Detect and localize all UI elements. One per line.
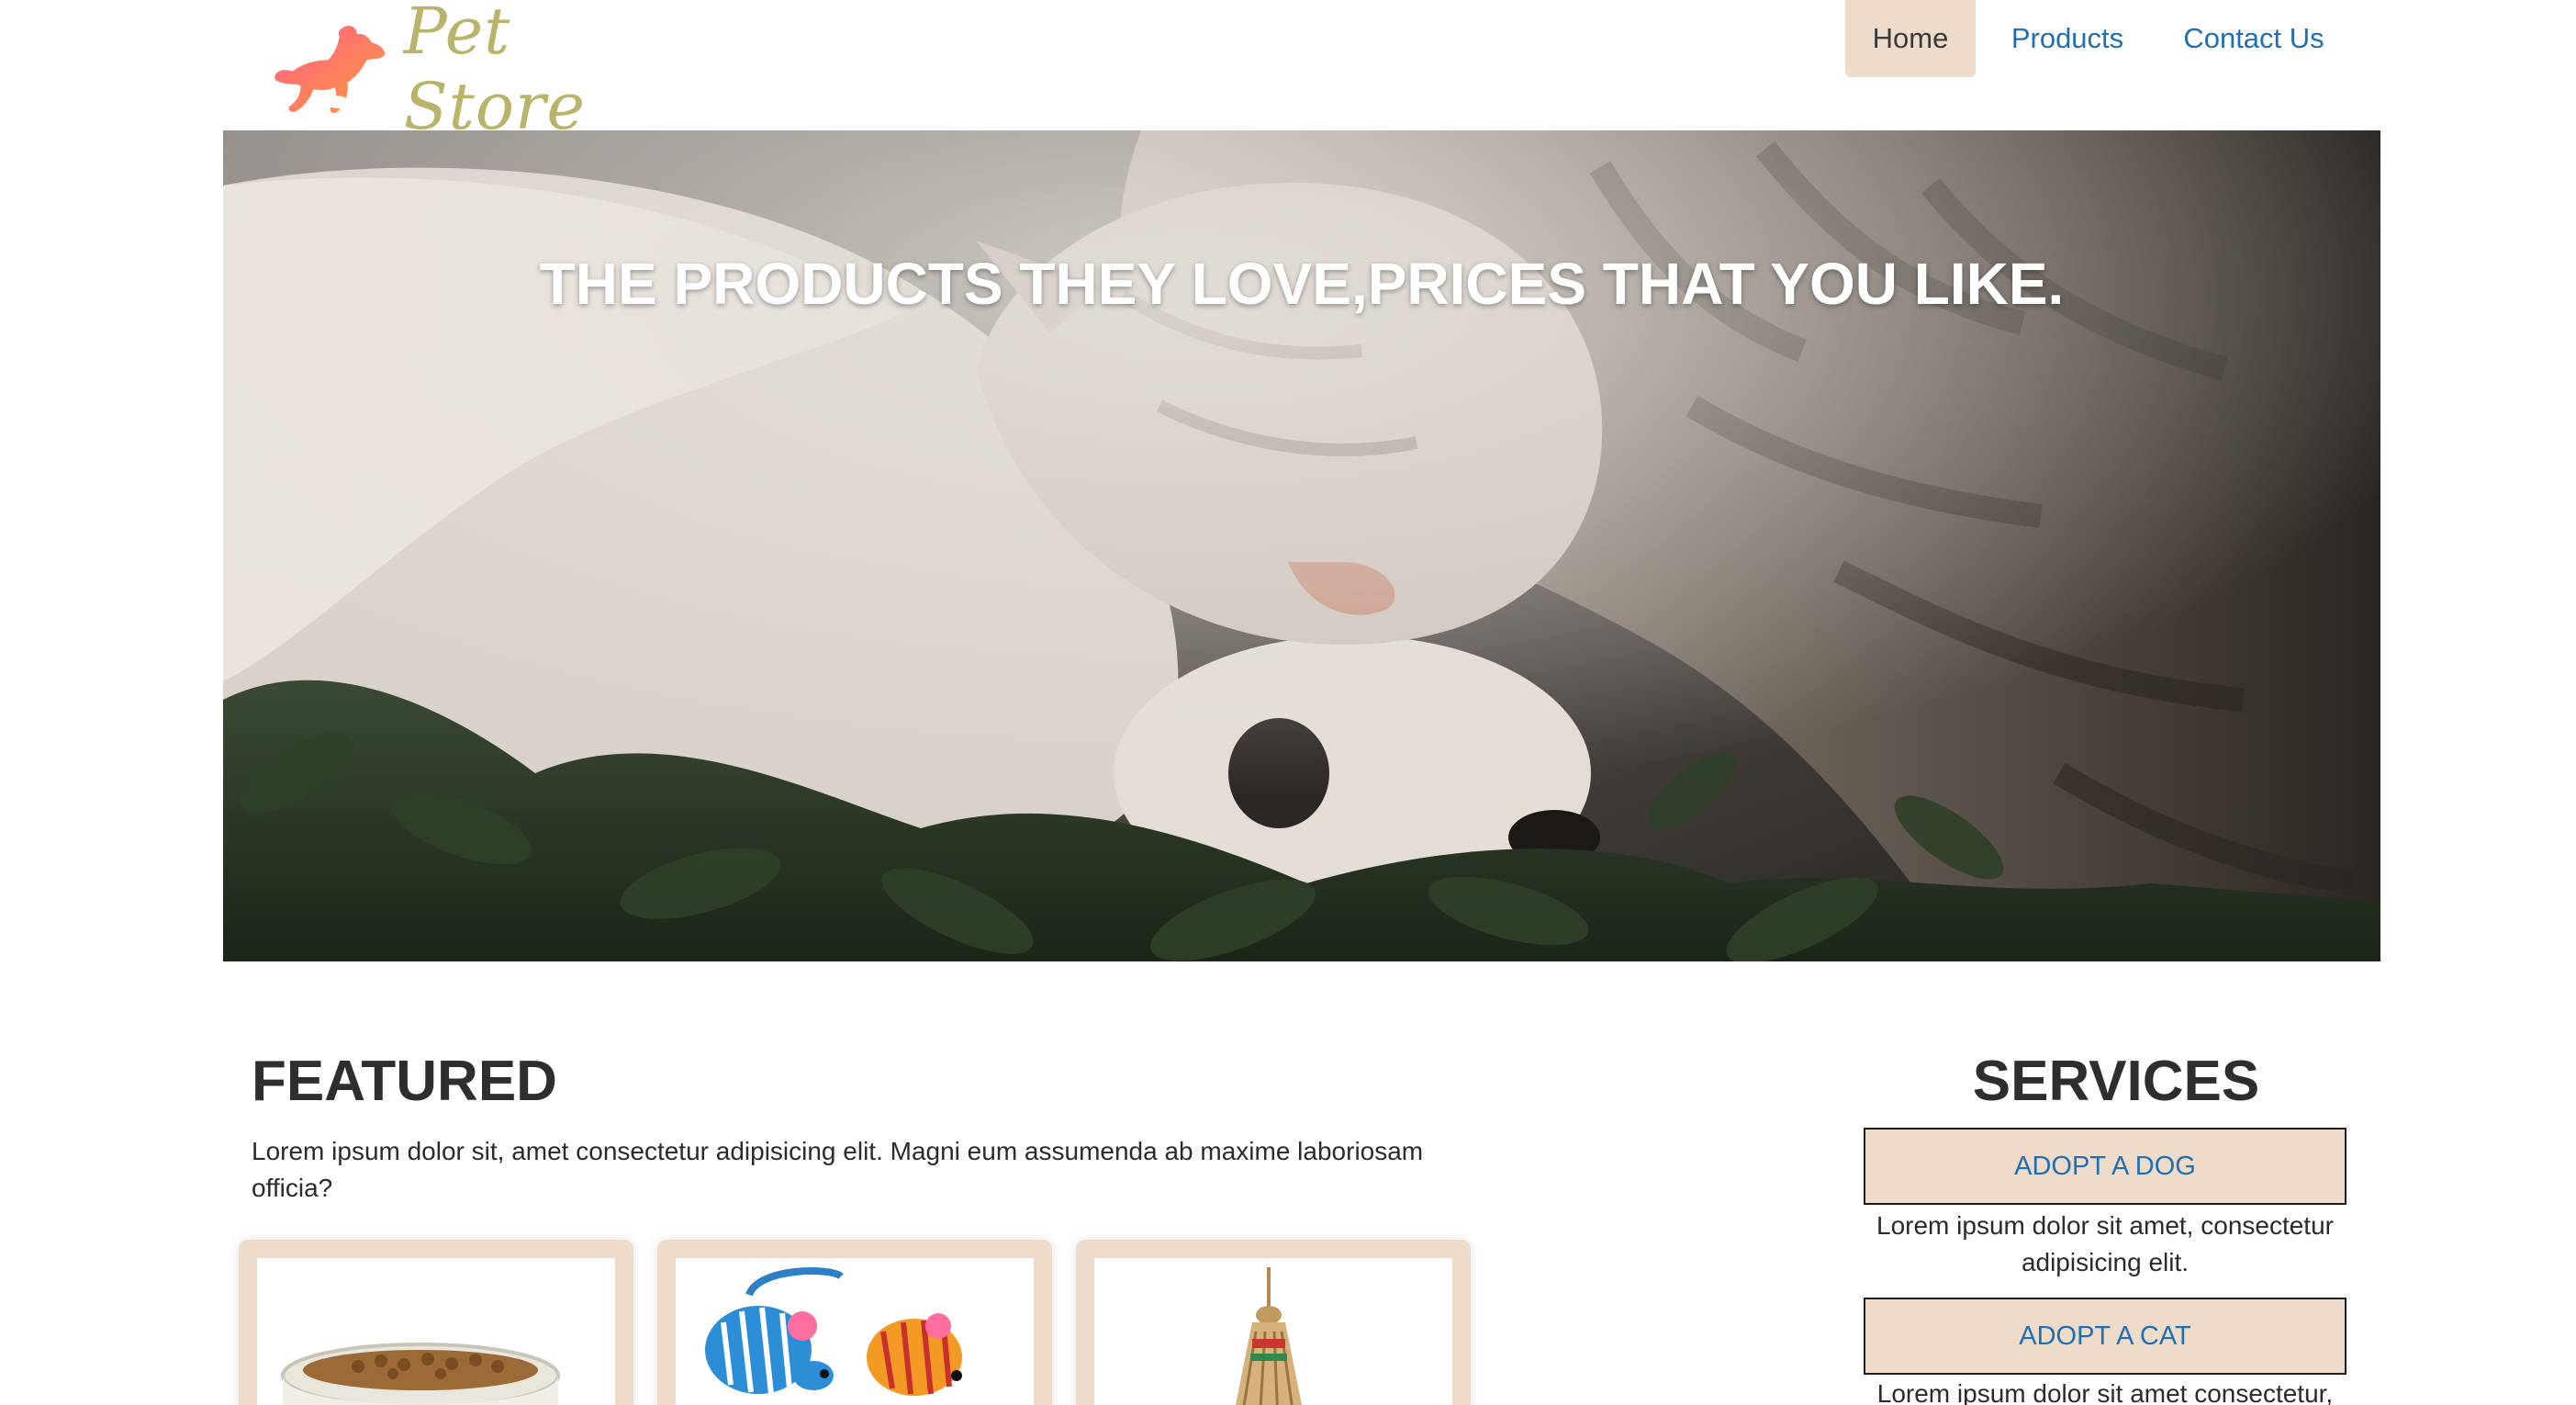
featured-description: Lorem ipsum dolor sit, amet consectetur … (252, 1137, 1424, 1202)
product-card[interactable] (239, 1240, 633, 1405)
product-card[interactable] (657, 1240, 1052, 1405)
nav-products[interactable]: Products (1981, 0, 2154, 77)
product-card[interactable] (1076, 1240, 1471, 1405)
product-card-image (257, 1258, 615, 1405)
brand-logo[interactable]: Pet Store (272, 0, 676, 144)
hero-banner: THE PRODUCTS THEY LOVE,PRICES THAT YOU L… (223, 130, 2380, 961)
brand-name: Pet Store (403, 0, 586, 144)
running-dog-logo-icon (274, 26, 385, 113)
adopt-cat-button[interactable]: ADOPT A CAT (1864, 1298, 2346, 1375)
main-nav: Home Products Contact Us (1845, 0, 2354, 77)
adopt-cat-description: Lorem ipsum dolor sit amet consectetur, (1876, 1379, 2334, 1405)
toy-mice-icon (705, 1267, 962, 1396)
services-heading: SERVICES (1972, 1050, 2260, 1113)
nav-home[interactable]: Home (1845, 0, 1976, 77)
nav-contact-us[interactable]: Contact Us (2154, 0, 2354, 77)
food-bowl-icon (281, 1343, 560, 1405)
rope-toy-icon (1236, 1267, 1302, 1405)
product-card-image (676, 1258, 1034, 1405)
featured-heading: FEATURED (252, 1050, 557, 1113)
hero-tagline: THE PRODUCTS THEY LOVE,PRICES THAT YOU L… (539, 251, 2065, 317)
product-card-image (1094, 1258, 1452, 1405)
adopt-dog-button[interactable]: ADOPT A DOG (1864, 1128, 2346, 1205)
adopt-dog-description: Lorem ipsum dolor sit amet, consectetur … (1876, 1211, 2334, 1276)
